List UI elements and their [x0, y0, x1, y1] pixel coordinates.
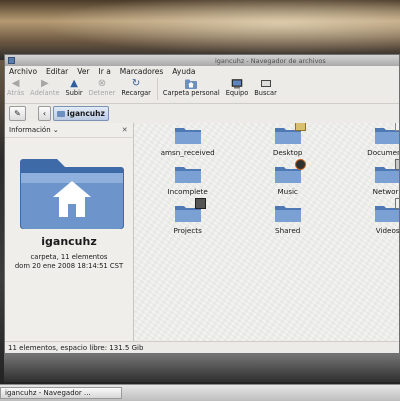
path-button-current[interactable]: igancuhz [53, 106, 109, 121]
music-emblem-icon [294, 159, 306, 170]
taskbar-window-button[interactable]: igancuhz - Navegador ... [0, 387, 122, 399]
home-button[interactable]: Carpeta personal [163, 77, 220, 97]
file-name: Shared [275, 226, 301, 235]
window-reflection [4, 354, 400, 382]
menu-marcadores[interactable]: Marcadores [120, 67, 164, 76]
file-icon-view[interactable]: amsn_received Desktop Documents [133, 123, 399, 341]
file-name: Music [277, 187, 298, 196]
back-label: Atrás [7, 89, 25, 97]
search-button[interactable]: Buscar [254, 77, 277, 97]
status-text: 11 elementos, espacio libre: 131.5 Gib [8, 343, 144, 352]
folder-icon [374, 159, 399, 184]
back-arrow-icon: ◀ [11, 78, 20, 89]
computer-label: Equipo [225, 89, 249, 97]
network-emblem-icon [394, 159, 399, 170]
sidebar-selector[interactable]: Información ⌄ [9, 126, 59, 134]
video-emblem-icon [394, 198, 399, 209]
folder-modified: dom 20 ene 2008 18:14:51 CST [14, 262, 124, 270]
path-left-button[interactable]: ‹ [38, 106, 51, 121]
window-title: igancuhz - Navegador de archivos [215, 56, 326, 65]
taskbar: igancuhz - Navegador ... [0, 384, 400, 401]
computer-icon [231, 78, 243, 89]
desktop-emblem-icon [294, 123, 306, 131]
file-item[interactable]: Network [338, 159, 399, 202]
file-name: amsn_received [160, 148, 215, 157]
file-item[interactable]: Documents [338, 123, 399, 163]
location-bar: ✎ ‹ igancuhz [5, 104, 399, 124]
computer-button[interactable]: Equipo [225, 77, 249, 97]
path-button-label: igancuhz [67, 109, 105, 118]
sidebar-info-pane: Información ⌄ ✕ igancuhz carpeta, 11 ele… [5, 123, 134, 341]
back-button[interactable]: ◀ Atrás [7, 77, 24, 97]
statusbar: 11 elementos, espacio libre: 131.5 Gib [5, 341, 399, 353]
search-label: Buscar [254, 89, 277, 97]
menu-ver[interactable]: Ver [77, 67, 89, 76]
search-icon [260, 78, 272, 89]
window-titlebar[interactable]: igancuhz - Navegador de archivos [5, 55, 399, 66]
desktop-wallpaper [0, 0, 400, 60]
calculator-emblem-icon [194, 198, 206, 209]
home-folder-icon [185, 78, 198, 89]
menu-archivo[interactable]: Archivo [9, 67, 37, 76]
folder-icon [174, 198, 206, 223]
toggle-location-entry-button[interactable]: ✎ [9, 106, 26, 121]
taskbar-window-label: igancuhz - Navegador ... [5, 389, 91, 397]
home-label: Carpeta personal [162, 89, 220, 97]
up-label: Subir [65, 89, 83, 97]
toolbar: ◀ Atrás ▶ Adelante ▲ Subir ⊗ Detener ↻ R… [5, 77, 399, 104]
menu-editar[interactable]: Editar [46, 67, 68, 76]
stop-icon: ⊗ [97, 78, 107, 89]
content-area: Información ⌄ ✕ igancuhz carpeta, 11 ele… [5, 123, 399, 341]
folder-icon [374, 198, 399, 223]
home-folder-large-icon [20, 159, 124, 229]
up-arrow-icon: ▲ [70, 78, 78, 89]
forward-button[interactable]: ▶ Adelante [30, 77, 59, 97]
file-name: Network [372, 187, 399, 196]
folder-kind: carpeta, 11 elementos [30, 253, 108, 261]
file-name: Videos [375, 226, 399, 235]
folder-icon [174, 125, 202, 145]
forward-arrow-icon: ▶ [40, 78, 49, 89]
toolbar-separator [156, 78, 158, 100]
reload-label: Recargar [121, 89, 151, 97]
sidebar-header: Información ⌄ ✕ [5, 123, 133, 138]
folder-icon [374, 123, 399, 145]
folder-icon [274, 123, 306, 145]
edit-pencil-icon: ✎ [14, 109, 21, 118]
file-browser-window: igancuhz - Navegador de archivos Archivo… [4, 54, 400, 354]
window-menu-icon[interactable] [8, 57, 15, 64]
file-name: Projects [173, 226, 202, 235]
stop-button[interactable]: ⊗ Detener [89, 77, 116, 97]
file-item[interactable]: amsn_received [138, 125, 238, 163]
menu-ayuda[interactable]: Ayuda [172, 67, 195, 76]
up-button[interactable]: ▲ Subir [66, 77, 83, 97]
document-emblem-icon [394, 123, 399, 131]
file-item[interactable]: Projects [138, 198, 238, 241]
reload-icon: ↻ [131, 78, 141, 89]
file-item[interactable]: Music [238, 159, 338, 202]
home-folder-small-icon [57, 110, 65, 117]
folder-name: igancuhz [41, 235, 97, 248]
file-name: Desktop [272, 148, 303, 157]
file-item[interactable]: Videos [338, 198, 399, 241]
menubar: Archivo Editar Ver Ir a Marcadores Ayuda [5, 66, 399, 77]
folder-icon [274, 203, 302, 223]
file-item[interactable]: Desktop [238, 123, 338, 163]
chevron-left-icon: ‹ [42, 109, 47, 118]
file-item[interactable]: Incomplete [138, 164, 238, 202]
forward-label: Adelante [30, 89, 60, 97]
folder-icon [274, 159, 306, 184]
file-name: Incomplete [167, 187, 208, 196]
menu-ir-a[interactable]: Ir a [99, 67, 111, 76]
folder-icon [174, 164, 202, 184]
stop-label: Detener [88, 89, 116, 97]
close-sidebar-icon[interactable]: ✕ [122, 126, 128, 134]
file-name: Documents [367, 148, 399, 157]
reload-button[interactable]: ↻ Recargar [121, 77, 151, 97]
file-item[interactable]: Shared [238, 203, 338, 241]
